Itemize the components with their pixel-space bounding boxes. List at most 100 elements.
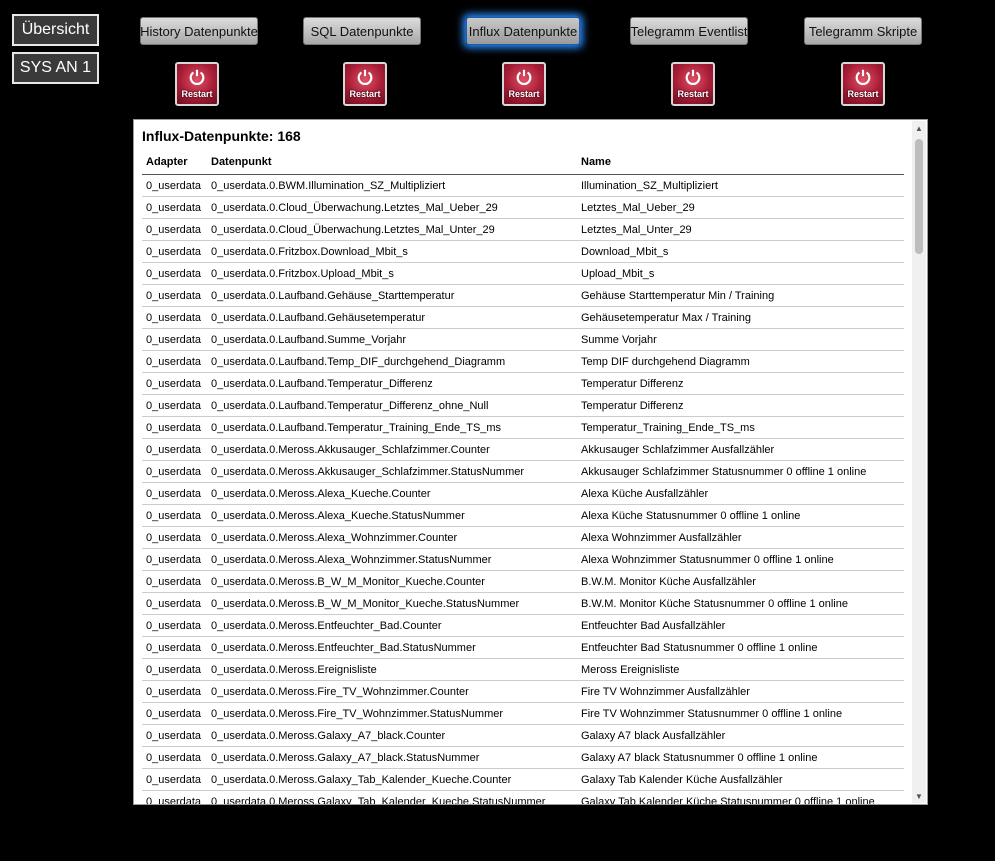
cell-datenpunkt: 0_userdata.0.Laufband.Temperatur_Differe… [207, 372, 577, 395]
cell-adapter: 0_userdata [142, 438, 207, 461]
table-row: 0_userdata 0_userdata.0.Meross.Alexa_Wohn… [142, 526, 904, 549]
cell-datenpunkt: 0_userdata.0.Laufband.Gehäusetemperatur [207, 306, 577, 329]
vertical-scrollbar[interactable]: ▲ ▼ [912, 121, 926, 803]
restart-label: Restart [677, 89, 709, 99]
cell-adapter: 0_userdata [142, 482, 207, 505]
cell-name: B.W.M. Monitor Küche Ausfallzähler [577, 570, 904, 593]
restart-skripte-button[interactable]: Restart [841, 62, 885, 106]
cell-datenpunkt: 0_userdata.0.Meross.Alexa_Kueche.Counter [207, 482, 577, 505]
cell-datenpunkt: 0_userdata.0.Cloud_Überwachung.Letztes_M… [207, 218, 577, 241]
column-header-name: Name [577, 150, 904, 175]
table-row: 0_userdata 0_userdata.0.Meross.Alexa_Kuec… [142, 482, 904, 505]
cell-adapter: 0_userdata [142, 394, 207, 417]
table-row: 0_userdata 0_userdata.0.Laufband.Gehäuse_… [142, 284, 904, 307]
table-row: 0_userdata 0_userdata.0.Laufband.Temperat… [142, 416, 904, 439]
cell-name: Galaxy Tab Kalender Küche Statusnummer 0… [577, 790, 904, 804]
cell-name: Alexa Küche Ausfallzähler [577, 482, 904, 505]
cell-name: Galaxy Tab Kalender Küche Ausfallzähler [577, 768, 904, 791]
cell-datenpunkt: 0_userdata.0.Laufband.Gehäuse_Starttempe… [207, 284, 577, 307]
power-icon [685, 69, 701, 86]
cell-name: Illumination_SZ_Multipliziert [577, 174, 904, 197]
table-row: 0_userdata 0_userdata.0.Laufband.Temperat… [142, 394, 904, 417]
cell-name: Temperatur Differenz [577, 372, 904, 395]
cell-datenpunkt: 0_userdata.0.Meross.B_W_M_Monitor_Kueche… [207, 570, 577, 593]
cell-adapter: 0_userdata [142, 746, 207, 769]
cell-datenpunkt: 0_userdata.0.Laufband.Temperatur_Differe… [207, 394, 577, 417]
restart-label: Restart [847, 89, 879, 99]
cell-name: Fire TV Wohnzimmer Ausfallzähler [577, 680, 904, 703]
scroll-down-arrow-icon[interactable]: ▼ [912, 789, 926, 803]
cell-adapter: 0_userdata [142, 328, 207, 351]
cell-adapter: 0_userdata [142, 724, 207, 747]
cell-name: Entfeuchter Bad Ausfallzähler [577, 614, 904, 637]
cell-name: Download_Mbit_s [577, 240, 904, 263]
cell-adapter: 0_userdata [142, 768, 207, 791]
cell-adapter: 0_userdata [142, 702, 207, 725]
table-row: 0_userdata 0_userdata.0.Fritzbox.Upload_M… [142, 262, 904, 285]
table-row: 0_userdata 0_userdata.0.Meross.Fire_TV_Wo… [142, 680, 904, 703]
tab-history-datenpunkte[interactable]: History Datenpunkte [140, 17, 258, 45]
table-row: 0_userdata 0_userdata.0.Meross.Akkusauger… [142, 438, 904, 461]
cell-datenpunkt: 0_userdata.0.BWM.Illumination_SZ_Multipl… [207, 174, 577, 197]
cell-datenpunkt: 0_userdata.0.Meross.Entfeuchter_Bad.Coun… [207, 614, 577, 637]
cell-adapter: 0_userdata [142, 460, 207, 483]
table-row: 0_userdata 0_userdata.0.Meross.B_W_M_Moni… [142, 570, 904, 593]
panel-title: Influx-Datenpunkte: 168 [142, 128, 301, 144]
scroll-thumb[interactable] [915, 139, 923, 254]
datapoint-table: Adapter Datenpunkt Name 0_userdata 0_user… [142, 150, 904, 804]
cell-datenpunkt: 0_userdata.0.Meross.Entfeuchter_Bad.Stat… [207, 636, 577, 659]
cell-datenpunkt: 0_userdata.0.Meross.Galaxy_Tab_Kalender_… [207, 790, 577, 804]
cell-adapter: 0_userdata [142, 592, 207, 615]
restart-influx-button[interactable]: Restart [502, 62, 546, 106]
cell-datenpunkt: 0_userdata.0.Meross.Alexa_Wohnzimmer.Cou… [207, 526, 577, 549]
table-row: 0_userdata 0_userdata.0.Laufband.Gehäuset… [142, 306, 904, 329]
cell-datenpunkt: 0_userdata.0.Meross.B_W_M_Monitor_Kueche… [207, 592, 577, 615]
cell-adapter: 0_userdata [142, 790, 207, 804]
cell-name: Fire TV Wohnzimmer Statusnummer 0 offlin… [577, 702, 904, 725]
overview-button[interactable]: Übersicht [12, 14, 99, 46]
cell-datenpunkt: 0_userdata.0.Fritzbox.Upload_Mbit_s [207, 262, 577, 285]
cell-datenpunkt: 0_userdata.0.Meross.Akkusauger_Schlafzim… [207, 438, 577, 461]
table-row: 0_userdata 0_userdata.0.Meross.Galaxy_A7_… [142, 724, 904, 747]
restart-history-button[interactable]: Restart [175, 62, 219, 106]
restart-eventlist-button[interactable]: Restart [671, 62, 715, 106]
cell-datenpunkt: 0_userdata.0.Meross.Alexa_Kueche.StatusN… [207, 504, 577, 527]
cell-adapter: 0_userdata [142, 570, 207, 593]
cell-adapter: 0_userdata [142, 548, 207, 571]
table-row: 0_userdata 0_userdata.0.Meross.Galaxy_Tab… [142, 768, 904, 791]
sys-an-1-button[interactable]: SYS AN 1 [12, 52, 99, 84]
table-row: 0_userdata 0_userdata.0.Meross.Entfeuchte… [142, 614, 904, 637]
cell-name: Alexa Wohnzimmer Statusnummer 0 offline … [577, 548, 904, 571]
table-row: 0_userdata 0_userdata.0.Meross.Fire_TV_Wo… [142, 702, 904, 725]
cell-adapter: 0_userdata [142, 306, 207, 329]
restart-sql-button[interactable]: Restart [343, 62, 387, 106]
power-icon [516, 69, 532, 86]
cell-adapter: 0_userdata [142, 658, 207, 681]
cell-adapter: 0_userdata [142, 218, 207, 241]
restart-label: Restart [181, 89, 213, 99]
tab-telegramm-skripte[interactable]: Telegramm Skripte [804, 17, 922, 45]
table-row: 0_userdata 0_userdata.0.Cloud_Überwachung… [142, 218, 904, 241]
tab-telegramm-eventlist[interactable]: Telegramm Eventlist [630, 17, 748, 45]
table-row: 0_userdata 0_userdata.0.BWM.Illumination_… [142, 174, 904, 197]
datapoint-panel: Influx-Datenpunkte: 168 Adapter Datenpun… [133, 119, 928, 805]
cell-name: Upload_Mbit_s [577, 262, 904, 285]
cell-datenpunkt: 0_userdata.0.Meross.Galaxy_A7_black.Stat… [207, 746, 577, 769]
tab-sql-datenpunkte[interactable]: SQL Datenpunkte [303, 17, 421, 45]
cell-name: Meross Ereignisliste [577, 658, 904, 681]
cell-name: Letztes_Mal_Unter_29 [577, 218, 904, 241]
tab-influx-datenpunkte[interactable]: Influx Datenpunkte [466, 17, 580, 45]
table-row: 0_userdata 0_userdata.0.Meross.Entfeuchte… [142, 636, 904, 659]
power-icon [855, 69, 871, 86]
power-icon [189, 69, 205, 86]
scroll-up-arrow-icon[interactable]: ▲ [912, 121, 926, 135]
cell-name: Gehäusetemperatur Max / Training [577, 306, 904, 329]
cell-datenpunkt: 0_userdata.0.Laufband.Summe_Vorjahr [207, 328, 577, 351]
cell-datenpunkt: 0_userdata.0.Cloud_Überwachung.Letztes_M… [207, 196, 577, 219]
table-row: 0_userdata 0_userdata.0.Meross.Alexa_Wohn… [142, 548, 904, 571]
cell-datenpunkt: 0_userdata.0.Fritzbox.Download_Mbit_s [207, 240, 577, 263]
cell-adapter: 0_userdata [142, 680, 207, 703]
cell-name: Temperatur Differenz [577, 394, 904, 417]
cell-adapter: 0_userdata [142, 262, 207, 285]
table-header-row: Adapter Datenpunkt Name [142, 150, 904, 175]
